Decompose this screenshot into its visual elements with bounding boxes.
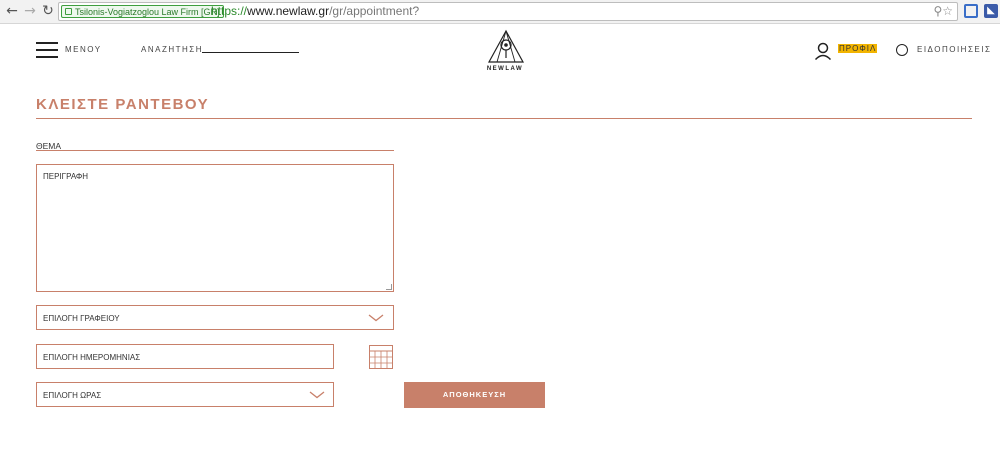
- chevron-down-icon: [368, 314, 384, 322]
- ev-certificate-label: Tsilonis-Vogiatzoglou Law Firm [GR]: [75, 7, 220, 17]
- date-field[interactable]: ΕΠΙΛΟΓΗ ΗΜΕΡΟΜΗΝΙΑΣ: [36, 344, 334, 369]
- subject-placeholder: ΘΕΜΑ: [36, 141, 62, 151]
- url-host: www.newlaw.gr: [247, 4, 330, 18]
- search-input[interactable]: [202, 43, 299, 53]
- url-path: /gr/appointment?: [329, 4, 420, 18]
- menu-extension-icon[interactable]: ◣: [984, 4, 998, 18]
- bookmark-star-icon[interactable]: ⚲☆: [933, 4, 953, 18]
- calendar-icon[interactable]: [369, 345, 393, 369]
- logo-text: NEWLAW: [486, 66, 524, 72]
- time-select[interactable]: ΕΠΙΛΟΓΗ ΩΡΑΣ: [36, 382, 334, 407]
- time-placeholder: ΕΠΙΛΟΓΗ ΩΡΑΣ: [43, 391, 102, 400]
- title-divider: [36, 118, 972, 119]
- search-label: ΑΝΑΖΗΤΗΣΗ: [141, 45, 203, 54]
- office-placeholder: ΕΠΙΛΟΓΗ ΓΡΑΦΕΙΟΥ: [43, 314, 120, 323]
- page-title: ΚΛΕΙΣΤΕ ΡΑΝΤΕΒΟΥ: [36, 96, 210, 113]
- chevron-down-icon: [309, 391, 325, 399]
- save-button[interactable]: ΑΠΟΘΗΚΕΥΣΗ: [404, 382, 545, 408]
- reload-icon[interactable]: ↻: [40, 3, 56, 19]
- back-arrow-icon[interactable]: ←: [4, 3, 20, 19]
- notification-circle-icon: [896, 44, 908, 56]
- resize-handle-icon[interactable]: [386, 284, 392, 290]
- menu-button[interactable]: ΜΕΝΟΥ: [36, 42, 106, 60]
- lock-icon: [65, 8, 72, 15]
- url-scheme: https://: [211, 4, 248, 18]
- profile-label: ΠΡΟΦΙΛ: [838, 44, 878, 53]
- office-select[interactable]: ΕΠΙΛΟΓΗ ΓΡΑΦΕΙΟΥ: [36, 305, 394, 330]
- menu-label: ΜΕΝΟΥ: [65, 45, 102, 54]
- hamburger-icon: [36, 42, 58, 58]
- url-text[interactable]: https://www.newlaw.gr/gr/appointment?: [211, 4, 419, 19]
- description-textarea[interactable]: ΠΕΡΙΓΡΑΦΗ: [36, 164, 394, 292]
- extension-icon[interactable]: [964, 4, 978, 18]
- ev-certificate-badge[interactable]: Tsilonis-Vogiatzoglou Law Firm [GR]: [61, 5, 224, 18]
- address-bar[interactable]: Tsilonis-Vogiatzoglou Law Firm [GR] http…: [58, 2, 958, 21]
- user-icon: [814, 42, 832, 60]
- subject-field[interactable]: ΘΕΜΑ: [36, 136, 394, 151]
- date-placeholder: ΕΠΙΛΟΓΗ ΗΜΕΡΟΜΗΝΙΑΣ: [43, 353, 141, 362]
- browser-toolbar: ← → ↻ Tsilonis-Vogiatzoglou Law Firm [GR…: [0, 0, 1000, 24]
- description-placeholder: ΠΕΡΙΓΡΑΦΗ: [43, 172, 89, 181]
- forward-arrow-icon[interactable]: →: [22, 3, 38, 19]
- notifications-label: ΕΙΔΟΠΟΙΗΣΕΙΣ: [917, 45, 992, 54]
